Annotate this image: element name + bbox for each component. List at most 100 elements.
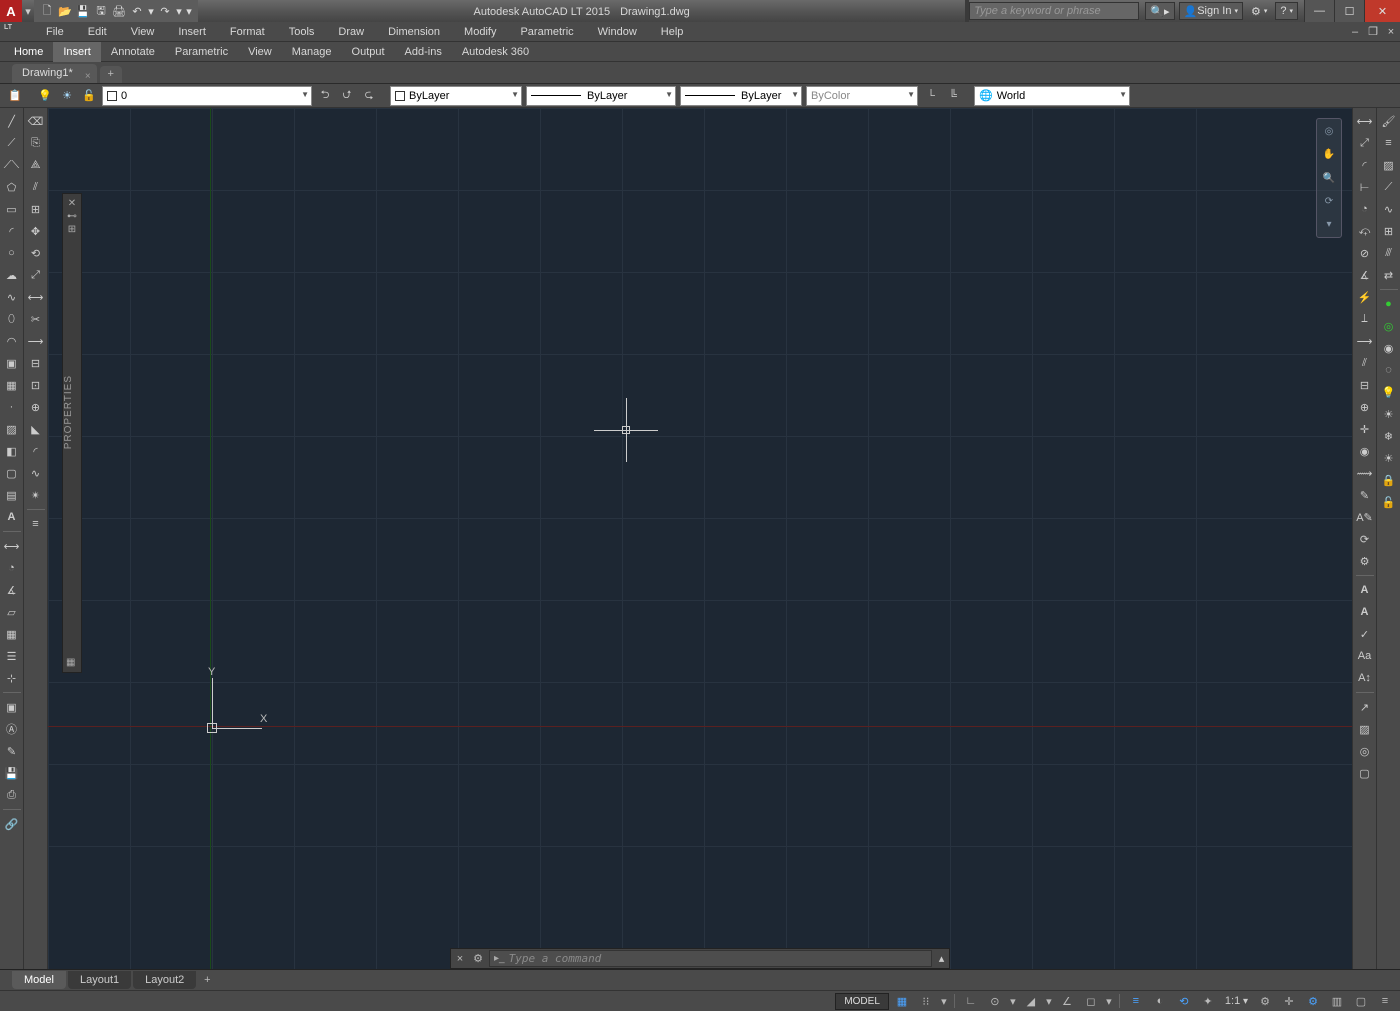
- nav-orbit-icon[interactable]: ⟳: [1320, 193, 1338, 210]
- command-input[interactable]: ▸_ Type a command: [489, 950, 932, 967]
- wipeout-r-icon[interactable]: ▨: [1355, 719, 1375, 739]
- hardware-accel-icon[interactable]: ▥: [1326, 992, 1348, 1010]
- explode-icon[interactable]: ✴: [26, 485, 46, 505]
- workspace-icon[interactable]: ⚙: [1302, 992, 1324, 1010]
- palette-props-icon[interactable]: ▦: [66, 657, 75, 668]
- nav-zoom-icon[interactable]: 🔍: [1320, 169, 1338, 186]
- ellipse-icon[interactable]: ⬯: [2, 309, 22, 329]
- dim-diameter-icon[interactable]: ⊘: [1355, 243, 1375, 263]
- chamfer-icon[interactable]: ◣: [26, 419, 46, 439]
- mdi-restore-icon[interactable]: ❐: [1364, 24, 1382, 40]
- drawing-canvas[interactable]: ✕ ⊷ ⊞ PROPERTIES ▦ ◎ ✋ 🔍 ⟳ ▾ X Y × ⚙ ▸_ …: [48, 108, 1352, 969]
- ribbon-tab-view[interactable]: View: [238, 42, 282, 62]
- copy-icon[interactable]: ⎘: [26, 133, 46, 153]
- layer-props-icon[interactable]: 📋: [6, 87, 24, 105]
- polygon-icon[interactable]: ⬠: [2, 177, 22, 197]
- menu-view[interactable]: View: [119, 22, 167, 42]
- anno-autoscale-icon[interactable]: ✛: [1278, 992, 1300, 1010]
- menu-tools[interactable]: Tools: [277, 22, 327, 42]
- rectangle-icon[interactable]: ▭: [2, 199, 22, 219]
- ucs-named-icon[interactable]: ╚: [944, 87, 962, 105]
- dim-jogged-icon[interactable]: ⤽: [1355, 221, 1375, 241]
- clean-screen-icon[interactable]: ▢: [1350, 992, 1372, 1010]
- layer-off-icon[interactable]: 💡: [1379, 382, 1399, 402]
- insert-icon[interactable]: ▣: [2, 353, 22, 373]
- text-icon[interactable]: A: [1355, 580, 1375, 600]
- maximize-button[interactable]: ☐: [1334, 0, 1364, 22]
- fillet-icon[interactable]: ◜: [26, 441, 46, 461]
- undo-icon[interactable]: ↶: [128, 2, 146, 20]
- jog-linear-icon[interactable]: ⟿: [1355, 463, 1375, 483]
- angle-icon[interactable]: ∡: [2, 580, 22, 600]
- dim-edit-icon[interactable]: ✎: [1355, 485, 1375, 505]
- cmd-expand-icon[interactable]: ▴: [934, 952, 949, 965]
- plot-icon[interactable]: 🖨: [110, 2, 128, 20]
- tolerance-icon[interactable]: ⊕: [1355, 397, 1375, 417]
- layout-tab-layout2[interactable]: Layout2: [133, 971, 196, 989]
- saveas-icon[interactable]: 🖫: [92, 2, 110, 20]
- annomonitor-icon[interactable]: ✦: [1197, 992, 1219, 1010]
- file-tab[interactable]: Drawing1*×: [12, 64, 97, 83]
- stretch-icon[interactable]: ⟷: [26, 287, 46, 307]
- inspect-icon[interactable]: ◉: [1355, 441, 1375, 461]
- dim-tedit-icon[interactable]: A✎: [1355, 507, 1375, 527]
- linetype-combo[interactable]: ByLayer▼: [526, 86, 676, 106]
- polar-arrow-icon[interactable]: ▾: [1008, 992, 1018, 1010]
- nav-pan-icon[interactable]: ✋: [1320, 146, 1338, 163]
- close-button[interactable]: ✕: [1364, 0, 1400, 22]
- attdef-icon[interactable]: Ⓐ: [2, 719, 22, 739]
- pline-icon[interactable]: ⟋⟍: [2, 155, 22, 175]
- xline-icon[interactable]: ⟋: [2, 133, 22, 153]
- dim-space-icon[interactable]: ⫽: [1355, 353, 1375, 373]
- snap-arrow-icon[interactable]: ▾: [939, 992, 949, 1010]
- erase-icon[interactable]: ⌫: [26, 111, 46, 131]
- layer-unlock-icon[interactable]: 🔓: [1379, 492, 1399, 512]
- layer-lock-icon[interactable]: 🔓: [80, 87, 98, 105]
- nav-bar[interactable]: ◎ ✋ 🔍 ⟳ ▾: [1316, 118, 1342, 238]
- dim-baseline-icon[interactable]: ⟘: [1355, 309, 1375, 329]
- trim-icon[interactable]: ✂: [26, 309, 46, 329]
- menu-modify[interactable]: Modify: [452, 22, 508, 42]
- layer-freeze-icon[interactable]: ☀: [58, 87, 76, 105]
- open-icon[interactable]: 📂: [56, 2, 74, 20]
- offset-icon[interactable]: ⫽: [26, 177, 46, 197]
- anno-visibility-icon[interactable]: ⚙: [1254, 992, 1276, 1010]
- mtext-icon[interactable]: A: [2, 507, 22, 527]
- plotstyle-combo[interactable]: ByColor▼: [806, 86, 918, 106]
- block-edit-icon[interactable]: ▣: [2, 697, 22, 717]
- dim-arc-icon[interactable]: ◜: [1355, 155, 1375, 175]
- search-input[interactable]: Type a keyword or phrase: [969, 2, 1139, 20]
- menu-help[interactable]: Help: [649, 22, 696, 42]
- layout-add-button[interactable]: +: [198, 974, 216, 986]
- ellipsearc-icon[interactable]: ◠: [2, 331, 22, 351]
- array-icon[interactable]: ⊞: [26, 199, 46, 219]
- undo-arrow-icon[interactable]: ▾: [146, 2, 156, 20]
- list-icon[interactable]: ☰: [2, 646, 22, 666]
- attach-icon[interactable]: 🔗: [2, 814, 22, 834]
- ucs-icon[interactable]: └: [922, 87, 940, 105]
- align-icon[interactable]: ⫻: [1379, 243, 1399, 263]
- point-icon[interactable]: ·: [2, 397, 22, 417]
- center-mark-icon[interactable]: ✛: [1355, 419, 1375, 439]
- menu-window[interactable]: Window: [586, 22, 649, 42]
- dim-linear-icon[interactable]: ⟷: [1355, 111, 1375, 131]
- color-combo[interactable]: ByLayer▼: [390, 86, 522, 106]
- edit-hatch-icon[interactable]: ▨: [1379, 155, 1399, 175]
- id-icon[interactable]: ⊹: [2, 668, 22, 688]
- layer-thaw-icon[interactable]: ☀: [1379, 448, 1399, 468]
- break-pt-icon[interactable]: ⊟: [26, 353, 46, 373]
- dim-break-icon[interactable]: ⊟: [1355, 375, 1375, 395]
- layer-combo[interactable]: 0▼: [102, 86, 312, 106]
- layer-uniso-icon[interactable]: ◌: [1379, 360, 1399, 380]
- layer-iso-icon[interactable]: ◉: [1379, 338, 1399, 358]
- nav-wheel-icon[interactable]: ◎: [1320, 123, 1338, 140]
- osnap-icon[interactable]: ◻: [1080, 992, 1102, 1010]
- hatch-icon[interactable]: ▨: [2, 419, 22, 439]
- help-icon[interactable]: ?▾: [1275, 2, 1298, 20]
- ribbon-tab-insert[interactable]: Insert: [53, 42, 101, 62]
- break-icon[interactable]: ⊡: [26, 375, 46, 395]
- menu-format[interactable]: Format: [218, 22, 277, 42]
- layer-on-icon[interactable]: 💡: [36, 87, 54, 105]
- polar-icon[interactable]: ⊙: [984, 992, 1006, 1010]
- nav-arrow-icon[interactable]: ▾: [1320, 216, 1338, 233]
